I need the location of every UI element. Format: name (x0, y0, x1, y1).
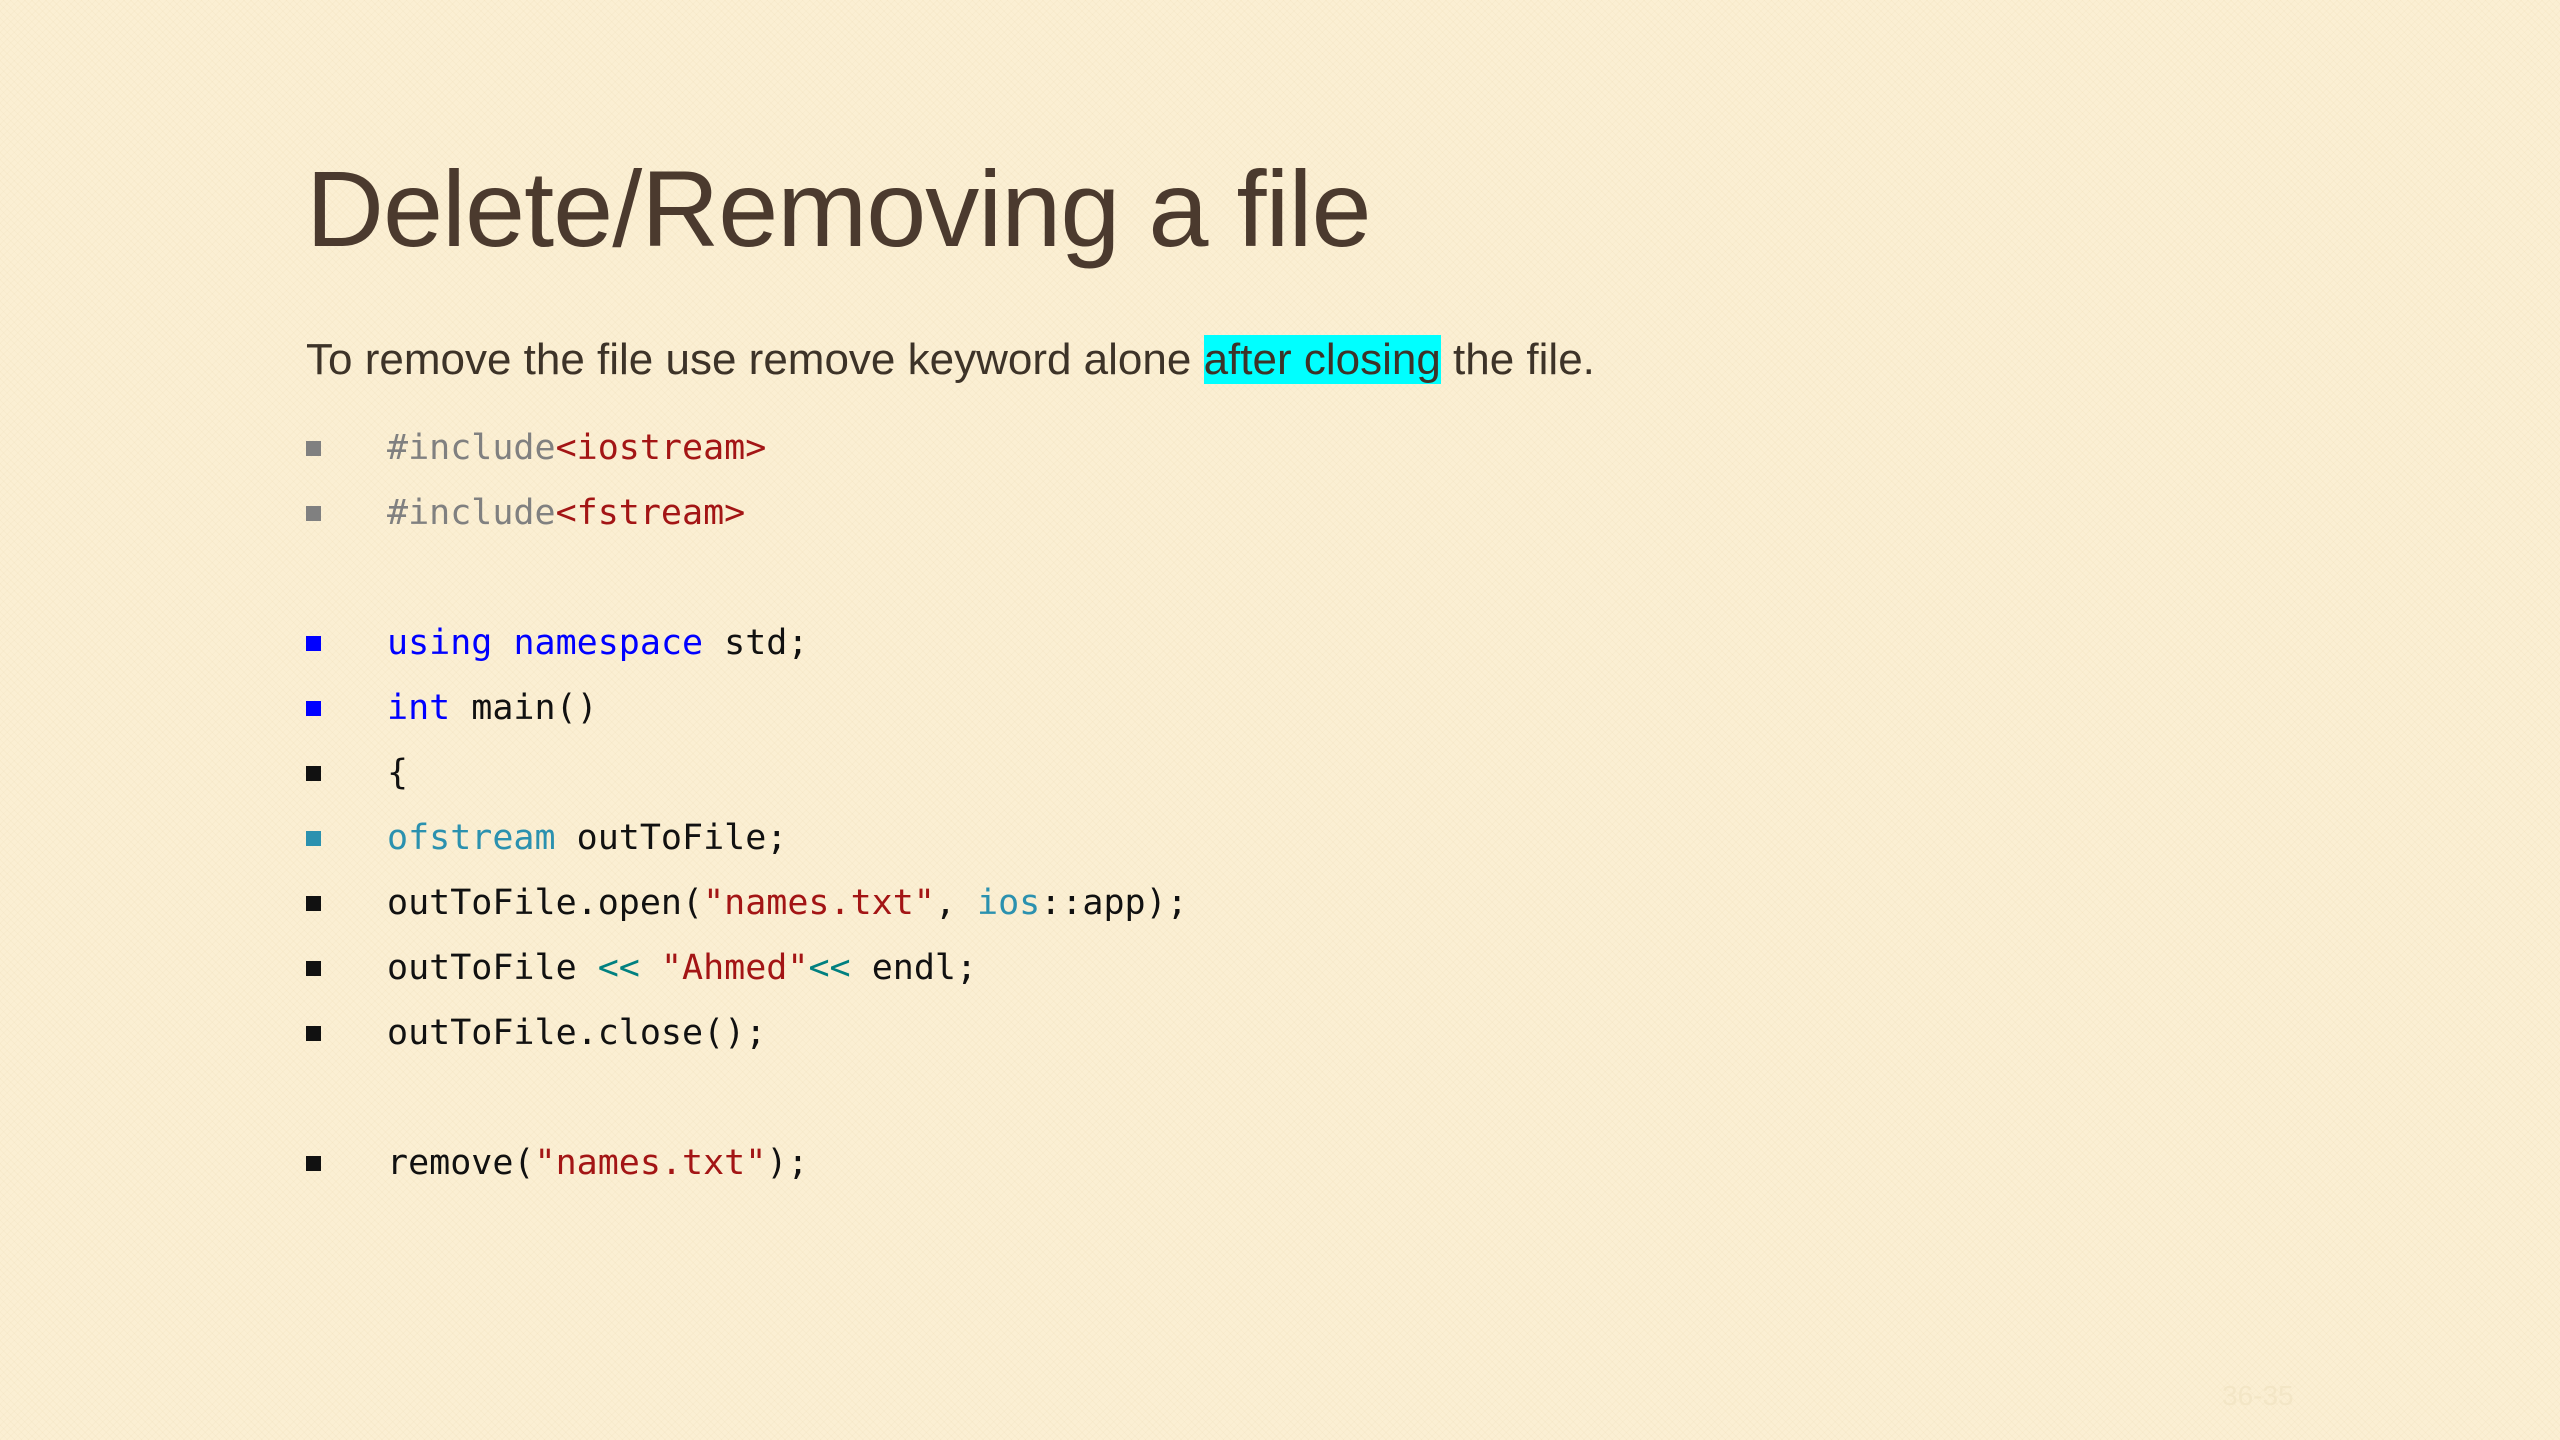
code-line-int-main: int main() (306, 678, 598, 738)
header-name: <iostream> (555, 428, 767, 468)
code-line-close-file: outToFile.close(); (306, 1003, 766, 1063)
code-line-open-file: outToFile.open("names.txt", ios::app); (306, 873, 1188, 933)
preprocessor-directive: #include (387, 428, 556, 468)
square-bullet-icon (306, 895, 321, 911)
code-plain: { (387, 753, 409, 793)
square-bullet-icon (306, 830, 321, 846)
code-text: int main() (387, 688, 598, 728)
string-literal: "names.txt" (703, 883, 935, 923)
type-name: ios (977, 883, 1041, 923)
code-plain: ); (766, 1143, 809, 1183)
string-literal: "Ahmed" (660, 948, 809, 988)
square-bullet-icon (306, 1025, 321, 1041)
slide-title: Delete/Removing a file (306, 148, 1372, 269)
string-literal: "names.txt" (534, 1143, 767, 1183)
code-line-include-fstream: #include<fstream> (306, 483, 745, 543)
type-name: ofstream (387, 818, 556, 858)
square-bullet-icon (306, 765, 321, 781)
code-text: remove("names.txt"); (387, 1143, 808, 1183)
code-plain: main() (450, 688, 598, 728)
subtitle-text-end: the file. (1440, 335, 1595, 384)
keyword: using (387, 623, 493, 663)
subtitle-text: To remove the file use remove keyword al… (306, 335, 1204, 384)
slide: Delete/Removing a file To remove the fil… (0, 0, 2560, 1440)
code-line-remove-file: remove("names.txt"); (306, 1133, 808, 1193)
highlighted-text: after closing (1203, 335, 1441, 384)
stream-operator: << (597, 948, 640, 988)
code-line-include-iostream: #include<iostream> (306, 418, 766, 478)
keyword: namespace (513, 623, 704, 663)
code-plain: ::app); (1040, 883, 1188, 923)
code-plain: outToFile.open( (387, 883, 704, 923)
square-bullet-icon (306, 440, 321, 456)
square-bullet-icon (306, 960, 321, 976)
code-plain: outToFile; (555, 818, 788, 858)
code-plain: outToFile (387, 948, 598, 988)
code-plain: remove( (387, 1143, 535, 1183)
keyword: int (387, 688, 451, 728)
code-text: using namespace std; (387, 623, 808, 663)
slide-subtitle: To remove the file use remove keyword al… (306, 334, 1595, 387)
code-plain: endl; (850, 948, 978, 988)
code-text: outToFile << "Ahmed"<< endl; (387, 948, 977, 988)
code-plain: outToFile.close(); (387, 1013, 767, 1053)
code-text: #include<iostream> (387, 428, 766, 468)
code-text: ofstream outToFile; (387, 818, 787, 858)
preprocessor-directive: #include (387, 493, 556, 533)
code-text: #include<fstream> (387, 493, 745, 533)
square-bullet-icon (306, 700, 321, 716)
code-text: { (387, 753, 408, 793)
code-line-using-namespace: using namespace std; (306, 613, 808, 673)
code-plain: std; (703, 623, 809, 663)
page-number: 36-35 (2222, 1380, 2294, 1411)
code-line-write-stream: outToFile << "Ahmed"<< endl; (306, 938, 977, 998)
code-text: outToFile.open("names.txt", ios::app); (387, 883, 1188, 923)
code-line-ofstream-decl: ofstream outToFile; (306, 808, 787, 868)
code-text: outToFile.close(); (387, 1013, 766, 1053)
header-name: <fstream> (555, 493, 746, 533)
stream-operator: << (808, 948, 851, 988)
square-bullet-icon (306, 635, 321, 651)
code-line-open-brace: { (306, 743, 408, 803)
code-plain: , (934, 883, 978, 923)
square-bullet-icon (306, 505, 321, 521)
square-bullet-icon (306, 1155, 321, 1171)
